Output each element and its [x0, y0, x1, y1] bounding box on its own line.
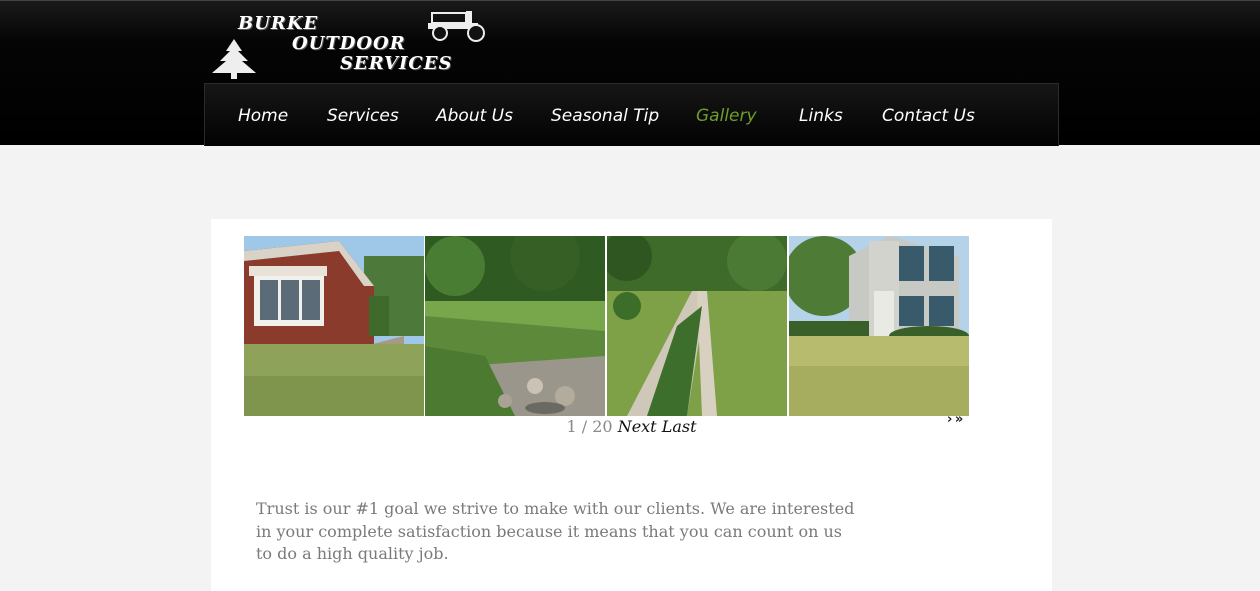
gallery-arrow-icons[interactable]: › »: [947, 412, 963, 427]
pager-current: 1: [566, 417, 577, 436]
tractor-icon: [428, 11, 485, 42]
gallery-thumbnail-siding-house[interactable]: [789, 236, 969, 416]
nav-gallery[interactable]: Gallery: [696, 106, 757, 126]
nav-services[interactable]: Services: [327, 106, 399, 126]
nav-home[interactable]: Home: [238, 106, 288, 126]
pager-last-link[interactable]: Last: [662, 417, 697, 436]
logo-line-1: BURKE: [238, 13, 319, 34]
pager-separator: /: [581, 417, 588, 436]
logo-line-3: SERVICES: [340, 53, 453, 74]
main-nav: Home Services About Us Seasonal Tip Gall…: [204, 83, 1059, 146]
content-panel: 1 / 20 Next Last › » Trust is our #1 goa…: [211, 219, 1052, 591]
site-header: BURKE OUTDOOR SERVICES Home Services Abo…: [0, 0, 1260, 146]
logo-line-2: OUTDOOR: [292, 33, 406, 54]
pager-total: 20: [592, 417, 613, 436]
intro-paragraph: Trust is our #1 goal we strive to make w…: [256, 499, 855, 563]
nav-about-us[interactable]: About Us: [436, 106, 513, 126]
photo-gallery: [244, 236, 969, 416]
site-logo[interactable]: BURKE OUTDOOR SERVICES: [204, 5, 494, 79]
pine-tree-icon: [212, 39, 256, 79]
pager-next-link[interactable]: Next: [618, 417, 657, 436]
nav-links[interactable]: Links: [799, 106, 843, 126]
nav-seasonal-tip[interactable]: Seasonal Tip: [551, 106, 659, 126]
gallery-thumbnail-brick-house[interactable]: [244, 236, 424, 416]
gallery-pager: 1 / 20 Next Last: [211, 417, 1052, 436]
gallery-thumbnail-rock-path[interactable]: [607, 236, 787, 416]
nav-contact-us[interactable]: Contact Us: [882, 106, 975, 126]
gallery-thumbnail-garden-stream[interactable]: [425, 236, 605, 416]
